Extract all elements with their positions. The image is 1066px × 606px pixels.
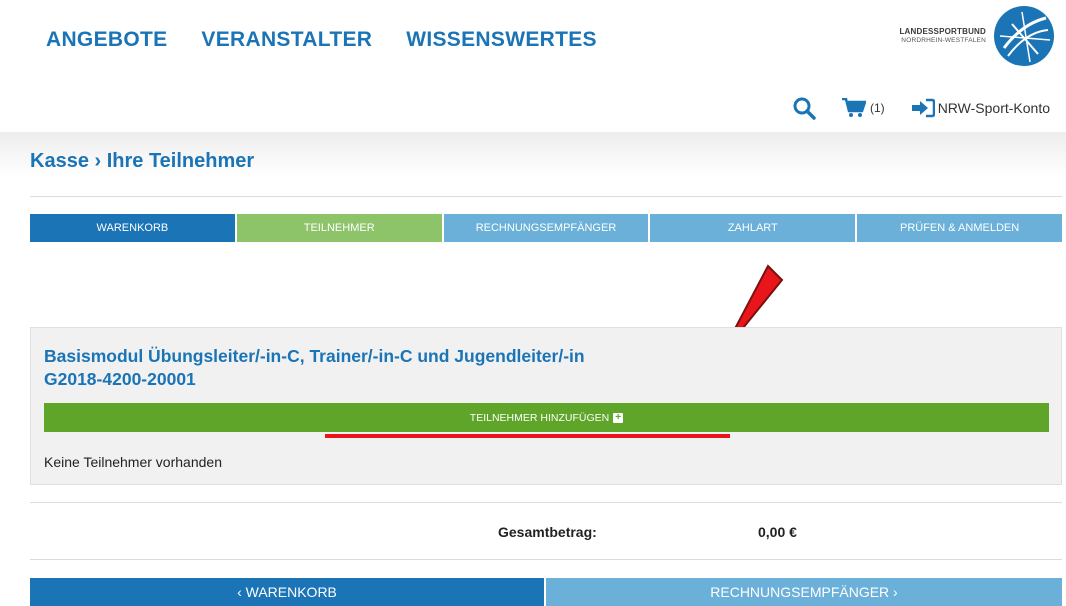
account-link[interactable]: NRW-Sport-Konto (911, 98, 1050, 118)
course-name: Basismodul Übungsleiter/-in-C, Trainer/-… (44, 346, 585, 366)
divider (30, 559, 1062, 560)
nav-wissenswertes[interactable]: WISSENSWERTES (406, 28, 597, 52)
next-invoice-recipient-button[interactable]: RECHNUNGSEMPFÄNGER › (546, 578, 1062, 606)
utility-bar: (1) NRW-Sport-Konto (792, 96, 1050, 120)
add-participant-button[interactable]: TEILNEHMER HINZUFÜGEN + (44, 403, 1049, 432)
cart-button[interactable]: (1) (842, 98, 885, 118)
annotation-underline (325, 434, 730, 438)
checkout-steps: WARENKORB TEILNEHMER RECHNUNGSEMPFÄNGER … (30, 214, 1062, 242)
nav-veranstalter[interactable]: VERANSTALTER (201, 28, 372, 52)
empty-participants-message: Keine Teilnehmer vorhanden (44, 454, 222, 470)
search-button[interactable] (792, 96, 816, 120)
search-icon (793, 97, 816, 120)
logo-line1: LANDESSPORTBUND (899, 27, 986, 37)
logo-line2: NORDRHEIN-WESTFALEN (901, 36, 986, 44)
nav-angebote[interactable]: ANGEBOTE (46, 28, 167, 52)
logo[interactable]: LANDESSPORTBUND NORDRHEIN-WESTFALEN (899, 4, 1056, 68)
plus-icon: + (613, 412, 624, 423)
cart-icon (842, 98, 867, 117)
add-participant-label: TEILNEHMER HINZUFÜGEN (469, 411, 610, 424)
step-teilnehmer[interactable]: TEILNEHMER (236, 214, 442, 242)
divider (30, 196, 1062, 197)
sign-in-icon (911, 98, 935, 118)
course-title: Basismodul Übungsleiter/-in-C, Trainer/-… (44, 345, 744, 391)
step-rechnungsempfaenger[interactable]: RECHNUNGSEMPFÄNGER (443, 214, 649, 242)
logo-text: LANDESSPORTBUND NORDRHEIN-WESTFALEN (899, 27, 986, 44)
bottom-navigation: ‹ WARENKORB RECHNUNGSEMPFÄNGER › (30, 578, 1062, 606)
total-value: 0,00 € (758, 524, 797, 540)
step-warenkorb[interactable]: WARENKORB (30, 214, 235, 242)
divider (30, 502, 1062, 503)
account-label: NRW-Sport-Konto (937, 100, 1050, 116)
logo-emblem-icon (994, 6, 1054, 66)
course-code: G2018-4200-20001 (44, 368, 196, 389)
main-nav: ANGEBOTE VERANSTALTER WISSENSWERTES (46, 28, 597, 52)
total-label: Gesamtbetrag: (498, 524, 597, 540)
cart-count: (1) (870, 101, 885, 115)
page-title: Kasse › Ihre Teilnehmer (30, 150, 255, 172)
step-zahlart[interactable]: ZAHLART (650, 214, 856, 242)
course-panel: Basismodul Übungsleiter/-in-C, Trainer/-… (30, 327, 1062, 485)
back-to-cart-button[interactable]: ‹ WARENKORB (30, 578, 544, 606)
checkout-page: ANGEBOTE VERANSTALTER WISSENSWERTES LAND… (0, 0, 1066, 606)
step-pruefen-anmelden[interactable]: PRÜFEN & ANMELDEN (857, 214, 1062, 242)
